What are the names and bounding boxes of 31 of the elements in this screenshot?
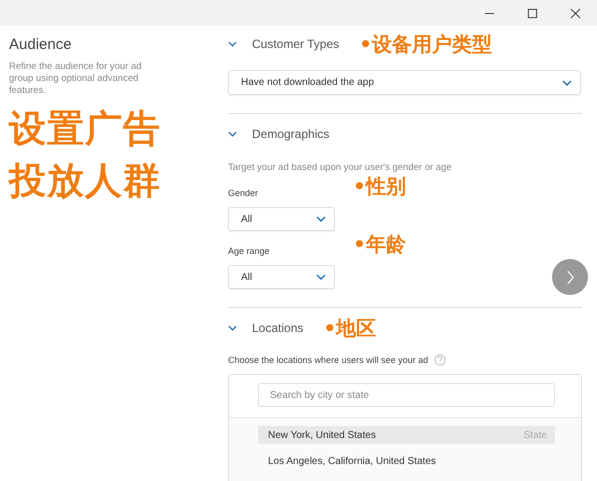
annotation-text: 设置广告投放人群 — [9, 106, 162, 204]
sidebar-description: Refine the audience for your ad group using optional advanced features. — [9, 61, 143, 97]
section-description: Target your ad based upon your user's gender or age — [228, 162, 453, 173]
location-name: New York, United States — [268, 430, 376, 440]
section-title[interactable]: Demographics — [252, 127, 330, 141]
annotation-text: •年龄 — [353, 231, 406, 258]
location-result[interactable]: New York, United States State — [258, 426, 555, 444]
customer-type-select[interactable]: Have not downloaded the app — [228, 70, 581, 95]
chevron-icon[interactable] — [228, 41, 237, 47]
location-type: State — [524, 430, 547, 440]
dropdown-chevron-icon — [316, 216, 326, 222]
annotation-text: •地区 — [323, 314, 376, 342]
field-label: Gender — [228, 188, 258, 198]
chevron-icon[interactable] — [228, 325, 237, 331]
field-label: Age range — [228, 246, 270, 256]
sidebar-title: Audience — [9, 36, 73, 53]
dropdown-chevron-icon — [562, 80, 572, 86]
dropdown-select[interactable]: All — [228, 265, 335, 289]
annotation-text: •设备用户类型 — [359, 30, 492, 58]
chevron-icon[interactable] — [228, 131, 237, 137]
section-description: Choose the locations where users will see your ad — [228, 355, 428, 365]
section-title[interactable]: Customer Types — [252, 37, 340, 51]
search-field[interactable]: Search by city or state — [258, 383, 555, 407]
chevron-right-icon — [566, 270, 574, 284]
dropdown-chevron-icon — [316, 274, 326, 280]
location-result[interactable]: Los Angeles, California, United States — [258, 452, 555, 470]
dropdown-select[interactable]: All — [228, 207, 335, 231]
location-name: Los Angeles, California, United States — [268, 456, 436, 466]
next-button[interactable] — [552, 259, 588, 295]
section-title[interactable]: Locations — [252, 321, 304, 335]
annotation-text: •性别 — [353, 173, 406, 200]
